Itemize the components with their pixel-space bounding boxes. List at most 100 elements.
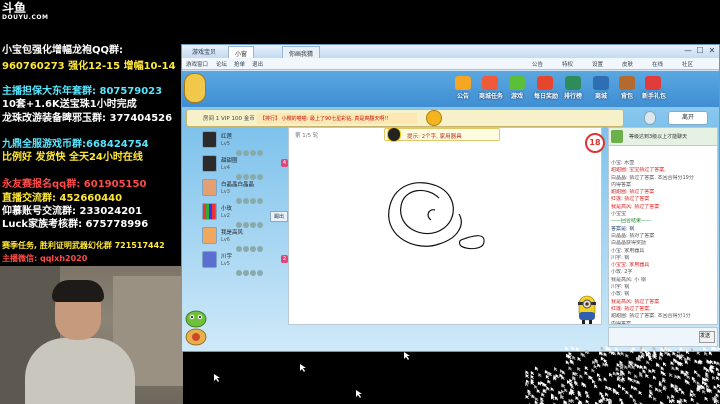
chat-input-bar[interactable]: 发送 bbox=[608, 327, 718, 347]
coin-icon[interactable] bbox=[426, 110, 442, 126]
top-icon-community[interactable]: 社区 bbox=[682, 60, 693, 68]
nav-orders[interactable]: 抢单 bbox=[234, 60, 245, 68]
anime-avatar bbox=[202, 179, 217, 196]
chat-line: 内得答案 bbox=[611, 181, 632, 188]
overlay-line-7: 比例好 发货快 全天24小时在线 bbox=[2, 152, 143, 163]
player-tool-icons bbox=[236, 189, 270, 204]
logo-sub-text: DOUYU.COM bbox=[2, 14, 49, 21]
menu-daily-reward-button[interactable]: 每日奖励 bbox=[534, 76, 558, 102]
chat-line: 小宝: 家用器具 bbox=[611, 247, 645, 254]
chat-panel: 等级达到3级以上才能聊天 小宝: 水壶 甜甜圈: 宝宝猜过了答案, 白晶晶: 猜过了… bbox=[608, 127, 718, 325]
calendar-icon bbox=[537, 76, 553, 90]
kick-button[interactable]: 踢出 bbox=[270, 211, 288, 222]
overlay-line-3: 主播担保大东年套群: 807579023 bbox=[2, 86, 163, 97]
chat-line: ——回合结束—— bbox=[611, 218, 652, 225]
player-card[interactable]: 小玫 Lv2 踢出 bbox=[202, 203, 288, 228]
minimize-button[interactable]: — bbox=[682, 46, 694, 56]
top-icon-online[interactable]: 在线 bbox=[652, 60, 663, 68]
player-card[interactable]: 川宇 Lv5 2 bbox=[202, 251, 288, 276]
chat-line: 甜甜圈: 猜过了答案. 本回合得分1分 bbox=[611, 313, 691, 320]
screen-noise bbox=[525, 346, 720, 404]
title-bar: 游戏宝贝 小窗 你画我猜 — ☐ ✕ bbox=[182, 45, 719, 58]
player-card[interactable]: 我是高风 Lv6 bbox=[202, 227, 288, 252]
game-icon bbox=[509, 76, 525, 90]
chat-messages: 小宝: 水壶 甜甜圈: 宝宝猜过了答案, 白晶晶: 猜过了答案. 本回合得分19分内… bbox=[611, 160, 717, 325]
colorful-avatar bbox=[202, 203, 217, 220]
frog-mascot-icon bbox=[185, 310, 207, 346]
menu-shop-button[interactable]: 商城 bbox=[590, 76, 612, 102]
top-icon-privilege[interactable]: 特权 bbox=[562, 60, 573, 68]
send-button[interactable]: 发送 bbox=[699, 331, 715, 343]
exit-room-button[interactable]: 离开 bbox=[668, 111, 708, 125]
nav-game-window[interactable]: 游戏窗口 bbox=[186, 60, 208, 68]
stream-frame: 斗鱼 DOUYU.COM 小宝包强化增幅龙袍QQ群: 960760273 强化1… bbox=[0, 0, 720, 404]
overlay-line-13: 主播微信: qqlxh2020 bbox=[2, 254, 88, 263]
overlay-line-4: 10套+1.6K送宝珠1小时完成 bbox=[2, 99, 137, 110]
player-card[interactable]: 红莲 Lv5 bbox=[202, 131, 288, 156]
drawing-canvas[interactable]: 第 1/5 轮 提示: 2个字, 家用器具 bbox=[288, 127, 602, 325]
chat-line: 我是高风: 猜过了答案 bbox=[611, 298, 660, 305]
player-card[interactable]: 白晶晶白晶晶 Lv3 bbox=[202, 179, 288, 204]
qq-penguin-avatar bbox=[202, 155, 217, 172]
chat-line: 小宝: 水壶 bbox=[611, 160, 635, 166]
top-icon-settings[interactable]: 设置 bbox=[592, 60, 603, 68]
chat-header-text: 等级达到3级以上才能聊天 bbox=[629, 134, 688, 140]
player-tool-icons bbox=[236, 213, 270, 228]
player-card[interactable]: 甜甜圈 Lv4 4 bbox=[202, 155, 288, 180]
chat-line: 我是高风: 小 锅 bbox=[611, 276, 646, 283]
room-label: 房间 1 VIP 100 金币 bbox=[203, 116, 255, 122]
game-mini-icon bbox=[611, 130, 623, 143]
menu-ranking-button[interactable]: 排行榜 bbox=[562, 76, 584, 102]
anime-avatar bbox=[202, 251, 217, 268]
menu-backpack-button[interactable]: 背包 bbox=[616, 76, 638, 102]
chat-line: 小宝宝: 家用器具 bbox=[611, 262, 650, 269]
overlay-line-6: 九鼎全服游戏币群:668424754 bbox=[2, 139, 149, 150]
mouse-cursor-icon bbox=[404, 352, 410, 360]
tab-draw-guess[interactable]: 你画我猜 bbox=[282, 46, 321, 58]
chat-line: 答案是: 锅 bbox=[611, 225, 635, 232]
chat-line: 小宝宝 bbox=[611, 211, 627, 218]
chat-line: 川宇: 锅 bbox=[611, 284, 630, 291]
player-tool-icons bbox=[236, 165, 270, 180]
chat-line: 甜甜圈: 宝宝猜过了答案, bbox=[611, 167, 666, 174]
top-icon-notice[interactable]: 公告 bbox=[532, 60, 543, 68]
trophy-icon bbox=[565, 76, 581, 90]
mouse-cursor-icon bbox=[356, 390, 362, 398]
menu-mall-task-button[interactable]: 商城任务 bbox=[479, 76, 503, 102]
overlay-line-11: Luck家族考核群: 675778996 bbox=[2, 219, 149, 230]
countdown-timer: 18 bbox=[585, 133, 605, 153]
user-avatar[interactable] bbox=[184, 73, 206, 103]
game-area: 公告 商城任务 游戏 每日奖励 排行榜 商城 背包 新手礼包 房间 1 VIP … bbox=[182, 71, 719, 351]
marquee-message: 【排行】 小樱的喵喵: 最上了90七星彩钻, 真是爽翻天啊!! bbox=[257, 113, 417, 124]
chat-line: 内得答案 bbox=[611, 320, 632, 325]
gift-icon bbox=[482, 76, 498, 90]
logo-main-text: 斗鱼 bbox=[2, 1, 27, 15]
menu-newbie-gift-button[interactable]: 新手礼包 bbox=[642, 76, 666, 102]
chat-line: 白晶晶: 猜对了答案 bbox=[611, 232, 655, 239]
tab-small-window[interactable]: 小窗 bbox=[228, 46, 255, 58]
chat-line: 小玫: 2字 bbox=[611, 269, 633, 276]
chat-line: 我是高风: 猜过了答案 bbox=[611, 203, 660, 210]
chat-line: 白晶晶: 猜过了答案. 本回合得分19分 bbox=[611, 174, 694, 181]
nav-exit[interactable]: 退出 bbox=[252, 60, 263, 68]
notice-icon bbox=[455, 76, 471, 90]
score-badge: 4 bbox=[280, 159, 288, 167]
chat-line: 甜甜圈: 猜过了答案 bbox=[611, 189, 655, 196]
overlay-line-8: 永友赛报名qq群: 601905150 bbox=[2, 179, 147, 190]
mouse-cursor-icon bbox=[300, 364, 306, 372]
player-list: 红莲 Lv5 甜甜圈 Lv4 4 白晶晶白晶晶 Lv3 小玫 Lv2 踢出 我是… bbox=[202, 131, 288, 307]
maximize-button[interactable]: ☐ bbox=[694, 46, 706, 56]
close-button[interactable]: ✕ bbox=[706, 46, 718, 56]
nav-bar: 游戏窗口 论坛 抢单 退出 公告 特权 设置 皮肤 在线 社区 bbox=[182, 58, 719, 70]
overlay-line-5: 龙珠改游装备睥邪玉群: 377404526 bbox=[2, 113, 173, 124]
bulb-icon[interactable] bbox=[644, 111, 656, 125]
shop-icon bbox=[593, 76, 609, 90]
menu-notice-button[interactable]: 公告 bbox=[452, 76, 474, 102]
top-icon-skin[interactable]: 皮肤 bbox=[622, 60, 633, 68]
room-info-bar: 房间 1 VIP 100 金币 【排行】 小樱的喵喵: 最上了90七星彩钻, 真… bbox=[186, 109, 624, 127]
chat-line: 小玫: 锅 bbox=[611, 291, 630, 298]
menu-game-button[interactable]: 游戏 bbox=[506, 76, 528, 102]
chat-line: 川宇: 锅 bbox=[611, 254, 630, 261]
nav-forum[interactable]: 论坛 bbox=[216, 60, 227, 68]
player-tool-icons bbox=[236, 237, 270, 252]
